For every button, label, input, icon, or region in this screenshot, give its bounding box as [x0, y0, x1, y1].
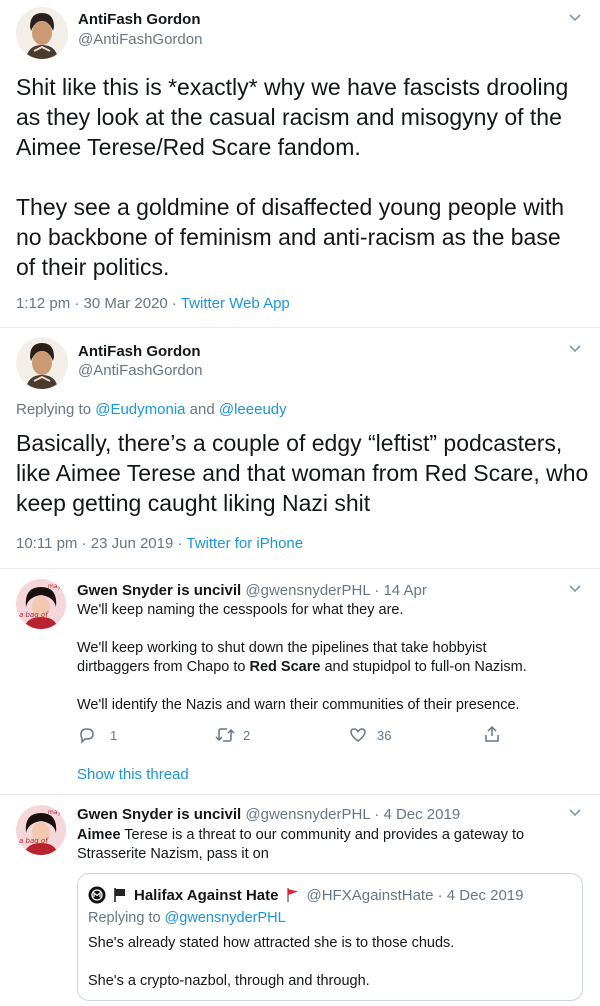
tweet-text-line: She's a crypto-nazbol, through and throu… — [88, 973, 370, 989]
chevron-down-icon[interactable] — [568, 344, 582, 354]
svg-text:may: may — [48, 809, 62, 816]
author-name[interactable]: Gwen Snyder is uncivil — [77, 582, 241, 599]
black-flag-icon — [114, 888, 125, 902]
like-button[interactable]: 36 — [349, 726, 391, 744]
tweet-text-line: We'll keep working to shut down the pipe… — [77, 640, 487, 656]
svg-text:a bag of: a bag of — [19, 611, 49, 619]
reply-button[interactable]: 1 — [78, 726, 117, 744]
tweet-text-line: Aimee Terese is a threat to our communit… — [77, 827, 525, 843]
reply-user-link[interactable]: @leeeudy — [219, 401, 287, 418]
quoted-replying-to: Replying to @gwensnyderPHL — [88, 910, 286, 926]
reply-icon — [80, 728, 94, 744]
author-name[interactable]: AntiFash Gordon — [78, 11, 201, 28]
svg-text:a bag of: a bag of — [19, 837, 49, 845]
show-thread-link[interactable]: Show this thread — [77, 766, 189, 783]
tweet-text-line: Strasserite Nazism, pass it on — [77, 846, 269, 862]
author-avatar[interactable]: a bag of may — [16, 805, 66, 855]
quoted-author-name[interactable]: Halifax Against Hate — [134, 887, 279, 904]
tweet-timestamp[interactable]: 10:11 pm · 23 Jun 2019 · Twitter for iPh… — [16, 535, 303, 552]
tweet-header: Gwen Snyder is uncivil @gwensnyderPHL · … — [77, 582, 427, 599]
red-flag-icon — [286, 888, 298, 902]
account-avatar-icon[interactable] — [88, 886, 106, 904]
like-count: 36 — [377, 727, 392, 743]
replying-to: Replying to @Eudymonia and @leeeudy — [16, 401, 287, 418]
tweet-timestamp[interactable]: 1:12 pm · 30 Mar 2020 · Twitter Web App — [16, 295, 290, 312]
tweet-text: We'll keep naming the cesspools for what… — [77, 601, 527, 715]
quoted-tweet-text: She's already stated how attracted she i… — [88, 934, 454, 991]
author-name[interactable]: Gwen Snyder is uncivil — [77, 806, 241, 823]
author-handle[interactable]: @AntiFashGordon — [78, 31, 202, 48]
reply-count: 1 — [110, 727, 118, 743]
author-handle[interactable]: @AntiFashGordon — [78, 362, 202, 379]
tweet-text-line: We'll identify the Nazis and warn their … — [77, 697, 520, 713]
heart-icon — [350, 728, 366, 742]
tweet-text-line: They see a goldmine of disaffected young… — [16, 194, 565, 220]
author-avatar[interactable]: a bag of may — [16, 579, 66, 629]
retweet-button[interactable]: 2 — [215, 726, 250, 744]
chevron-down-icon[interactable] — [568, 584, 582, 594]
tweet-text-line: Aimee Terese/Red Scare fandom. — [16, 134, 361, 160]
reply-user-link[interactable]: @Eudymonia — [95, 401, 185, 418]
author-avatar[interactable] — [16, 7, 68, 59]
author-handle[interactable]: @gwensnyderPHL · 4 Dec 2019 — [245, 806, 460, 823]
tweet-text-line: Shit like this is *exactly* why we have … — [16, 74, 569, 100]
retweet-count: 2 — [243, 727, 251, 743]
source-app-link[interactable]: Twitter Web App — [181, 295, 290, 312]
tweet-text-line: Basically, there’s a couple of edgy “lef… — [16, 430, 563, 456]
tweet-1: AntiFash Gordon @AntiFashGordon Shit lik… — [0, 0, 600, 326]
retweet-icon — [215, 728, 235, 742]
quoted-tweet[interactable]: Halifax Against Hate @HFXAgainstHate · 4… — [77, 873, 583, 1001]
reply-user-link[interactable]: @gwensnyderPHL — [165, 910, 286, 926]
tweet-text-line: as they look at the casual racism and mi… — [16, 104, 562, 130]
quoted-tweet-header: Halifax Against Hate @HFXAgainstHate · 4… — [88, 886, 524, 904]
tweet-text-line: She's already stated how attracted she i… — [88, 935, 455, 951]
tweet-text-line: like Aimee Terese and that woman from Re… — [16, 460, 589, 486]
quoted-author-handle[interactable]: @HFXAgainstHate · 4 Dec 2019 — [307, 887, 524, 904]
tweet-text-line: dirtbaggers from Chapo to Red Scare and … — [77, 659, 527, 675]
svg-text:may: may — [48, 583, 62, 590]
chevron-down-icon[interactable] — [568, 13, 582, 23]
tweet-3: a bag of may Gwen Snyder is uncivil @gwe… — [0, 569, 600, 793]
chevron-down-icon[interactable] — [568, 808, 582, 818]
tweet-text-line: of their politics. — [16, 254, 170, 280]
author-handle[interactable]: @gwensnyderPHL · 14 Apr — [245, 582, 426, 599]
author-name[interactable]: AntiFash Gordon — [78, 343, 201, 360]
tweet-header: Gwen Snyder is uncivil @gwensnyderPHL · … — [77, 806, 460, 823]
tweet-text: Basically, there’s a couple of edgy “lef… — [16, 428, 588, 518]
tweet-2: AntiFash Gordon @AntiFashGordon Replying… — [0, 328, 600, 568]
tweet-text: Shit like this is *exactly* why we have … — [16, 72, 568, 282]
author-avatar[interactable] — [16, 337, 68, 389]
tweet-text-line: no backbone of feminism and anti-racism … — [16, 224, 561, 250]
tweet-text-line: We'll keep naming the cesspools for what… — [77, 602, 404, 618]
share-icon — [485, 725, 499, 742]
share-button[interactable] — [483, 725, 501, 743]
tweet-text-line: keep getting caught liking Nazi shit — [16, 490, 371, 516]
tweet-text: Aimee Terese is a threat to our communit… — [77, 826, 524, 864]
source-app-link[interactable]: Twitter for iPhone — [186, 535, 303, 552]
